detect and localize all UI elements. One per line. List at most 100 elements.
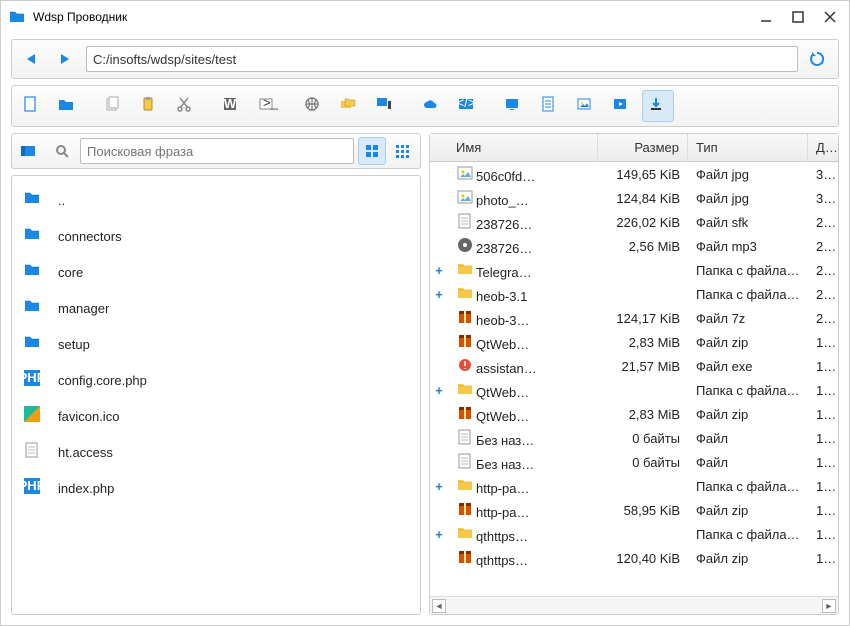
- cell-date: 23.08.2022 8:59: [808, 311, 838, 326]
- table-row[interactable]: 506c0fd…149,65 KiBФайл jpg30.08.2022 15:…: [430, 162, 838, 186]
- table-row[interactable]: 238726…226,02 KiBФайл sfk29.08.2022 18:5…: [430, 210, 838, 234]
- back-button[interactable]: [18, 45, 46, 73]
- file-list[interactable]: 506c0fd…149,65 KiBФайл jpg30.08.2022 15:…: [430, 162, 838, 596]
- tree-item[interactable]: manager: [16, 290, 416, 326]
- tree-item[interactable]: config.core.php: [16, 362, 416, 398]
- table-row[interactable]: QtWeb…2,83 MiBФайл zip18.08.2022 16:40: [430, 402, 838, 426]
- code-button[interactable]: [452, 90, 484, 122]
- tree-item[interactable]: ..: [16, 182, 416, 218]
- table-row[interactable]: 238726…2,56 MiBФайл mp329.08.2022 18:50: [430, 234, 838, 258]
- image-button[interactable]: [570, 90, 602, 122]
- horizontal-scrollbar[interactable]: ◄ ►: [430, 596, 838, 614]
- cell-size: 58,95 KiB: [598, 503, 688, 518]
- scroll-right-icon[interactable]: ►: [822, 599, 836, 613]
- view-large-icons[interactable]: [358, 137, 386, 165]
- table-row[interactable]: assistan…21,57 MiBФайл exe18.08.2022 17:…: [430, 354, 838, 378]
- terminal-button[interactable]: [252, 90, 284, 122]
- display-button[interactable]: [498, 90, 530, 122]
- arch-icon: [456, 333, 474, 349]
- column-date[interactable]: Дата изменения: [808, 134, 838, 161]
- view-small-icons[interactable]: [388, 137, 416, 165]
- search-icon[interactable]: [48, 137, 76, 165]
- tree-item[interactable]: index.php: [16, 470, 416, 506]
- cell-date: 29.08.2022 18:51: [808, 215, 838, 230]
- new-folder-button[interactable]: [52, 90, 84, 122]
- cut-button[interactable]: [170, 90, 202, 122]
- tree-item[interactable]: connectors: [16, 218, 416, 254]
- tree-item[interactable]: core: [16, 254, 416, 290]
- paste-button[interactable]: [134, 90, 166, 122]
- folder-tree[interactable]: .. connectors coremanager setup config.core.…: [11, 175, 421, 615]
- column-size[interactable]: Размер: [598, 134, 688, 161]
- new-file-button[interactable]: [16, 90, 48, 122]
- close-button[interactable]: [823, 10, 837, 24]
- cloud-button[interactable]: [416, 90, 448, 122]
- cell-date: 18.08.2022 9:37: [808, 551, 838, 566]
- forward-button[interactable]: [52, 45, 80, 73]
- expand-icon[interactable]: +: [430, 527, 448, 542]
- cell-size: 0 байты: [598, 455, 688, 470]
- path-input[interactable]: [86, 46, 798, 72]
- word-button[interactable]: [216, 90, 248, 122]
- cell-date: 18.08.2022 10:44: [808, 503, 838, 518]
- cell-size: 124,17 KiB: [598, 311, 688, 326]
- scroll-left-icon[interactable]: ◄: [432, 599, 446, 613]
- cell-date: 29.08.2022 18:50: [808, 239, 838, 254]
- video-button[interactable]: [606, 90, 638, 122]
- cell-size: 2,83 MiB: [598, 407, 688, 422]
- devices-button[interactable]: [370, 90, 402, 122]
- tree-item-label: connectors: [58, 229, 122, 244]
- table-row[interactable]: http-pa…58,95 KiBФайл zip18.08.2022 10:4…: [430, 498, 838, 522]
- search-input[interactable]: [80, 138, 354, 164]
- table-row[interactable]: +Telegra…Папка с файла…25.08.2022 9:55: [430, 258, 838, 282]
- cell-name: QtWeb…: [448, 333, 598, 352]
- folder-icon: [456, 285, 474, 301]
- table-row[interactable]: qthttps…120,40 KiBФайл zip18.08.2022 9:3…: [430, 546, 838, 570]
- table-row[interactable]: QtWeb…2,83 MiBФайл zip19.08.2022 19:19: [430, 330, 838, 354]
- cell-name: QtWeb…: [448, 405, 598, 424]
- cell-type: Файл zip: [688, 335, 808, 350]
- tree-item[interactable]: favicon.ico: [16, 398, 416, 434]
- download-button[interactable]: [642, 90, 674, 122]
- cell-date: 18.08.2022 13:52: [808, 431, 838, 446]
- reload-button[interactable]: [804, 45, 832, 73]
- column-name[interactable]: Имя: [448, 134, 598, 161]
- web-button[interactable]: [298, 90, 330, 122]
- expand-icon[interactable]: +: [430, 383, 448, 398]
- tree-item-label: setup: [58, 337, 90, 352]
- expand-icon[interactable]: +: [430, 263, 448, 278]
- table-row[interactable]: photo_…124,84 KiBФайл jpg30.08.2022 14:1…: [430, 186, 838, 210]
- tree-item[interactable]: setup: [16, 326, 416, 362]
- table-row[interactable]: +heob-3.1Папка с файла…23.08.2022 8:59: [430, 282, 838, 306]
- cell-date: 18.08.2022 16:40: [808, 407, 838, 422]
- folder-icon: [24, 260, 48, 284]
- cell-name: http-pa…: [448, 477, 598, 496]
- table-row[interactable]: +qthttps…Папка с файла…18.08.2022 9:38: [430, 522, 838, 546]
- minimize-button[interactable]: [759, 10, 773, 24]
- cell-date: 30.08.2022 14:19: [808, 191, 838, 206]
- table-row[interactable]: heob-3…124,17 KiBФайл 7z23.08.2022 8:59: [430, 306, 838, 330]
- folders-button[interactable]: [334, 90, 366, 122]
- expand-icon[interactable]: +: [430, 287, 448, 302]
- maximize-button[interactable]: [791, 10, 805, 24]
- table-row[interactable]: +QtWeb…Папка с файла…18.08.2022 16:40: [430, 378, 838, 402]
- table-row[interactable]: +http-pa…Папка с файла…18.08.2022 10:44: [430, 474, 838, 498]
- cell-name: heob-3…: [448, 309, 598, 328]
- cell-type: Файл jpg: [688, 167, 808, 182]
- table-row[interactable]: Без наз…0 байтыФайл18.08.2022 13:52: [430, 426, 838, 450]
- tree-item[interactable]: ht.access: [16, 434, 416, 470]
- table-row[interactable]: Без наз…0 байтыФайл18.08.2022 13:52: [430, 450, 838, 474]
- column-type[interactable]: Тип: [688, 134, 808, 161]
- cell-name: qthttps…: [448, 549, 598, 568]
- tree-item-label: ..: [58, 193, 65, 208]
- dashboard-icon[interactable]: [16, 137, 44, 165]
- app-icon: [9, 9, 25, 25]
- expand-icon[interactable]: +: [430, 479, 448, 494]
- document-button[interactable]: [534, 90, 566, 122]
- cell-name: 238726…: [448, 237, 598, 256]
- file-icon: [24, 440, 48, 464]
- copy-button[interactable]: [98, 90, 130, 122]
- cell-type: Файл zip: [688, 551, 808, 566]
- folder-icon: [24, 296, 48, 320]
- img-icon: [456, 165, 474, 181]
